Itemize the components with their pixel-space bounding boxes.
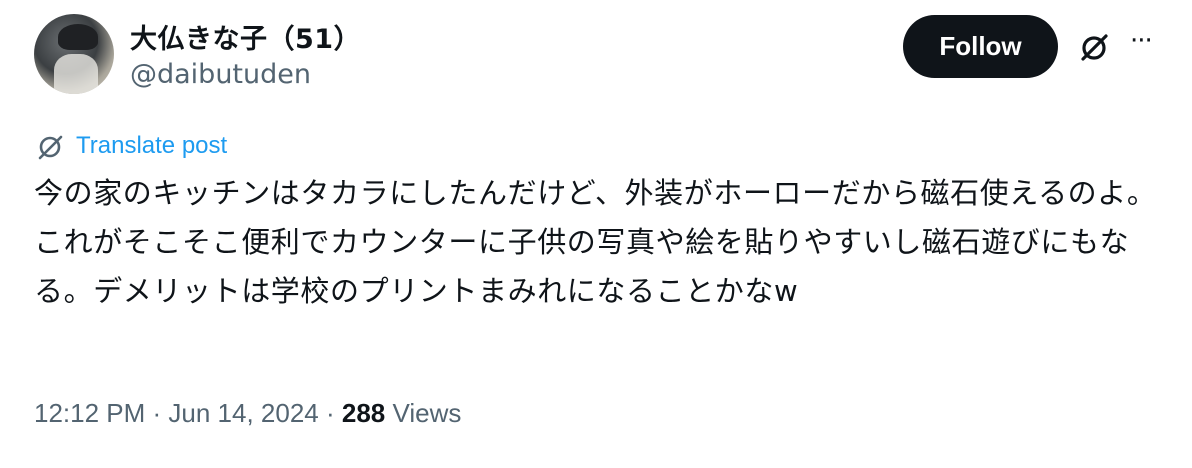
translate-post-link[interactable]: Translate post xyxy=(36,131,227,161)
globe-translate-icon xyxy=(38,135,63,160)
meta-separator: · xyxy=(145,398,169,428)
avatar-helmet xyxy=(58,24,98,50)
follow-button[interactable]: Follow xyxy=(903,15,1058,78)
tweet-text: 今の家のキッチンはタカラにしたんだけど、外装がホーローだから磁石使えるのよ。これ… xyxy=(34,176,1157,308)
author-display-name[interactable]: 大仏きな子（51） xyxy=(130,17,361,56)
grok-icon[interactable] xyxy=(1079,31,1111,63)
tweet-meta: 12:12 PM · Jun 14, 2024 · 288 Views xyxy=(34,398,461,429)
avatar[interactable] xyxy=(34,14,114,94)
tweet-time[interactable]: 12:12 PM xyxy=(34,398,145,428)
tweet-date[interactable]: Jun 14, 2024 xyxy=(168,398,318,428)
translate-label: Translate post xyxy=(76,132,228,159)
views-label: Views xyxy=(385,398,462,428)
more-icon[interactable]: ··· xyxy=(1130,26,1153,56)
author-handle[interactable]: @daibutuden xyxy=(130,59,311,90)
meta-separator: · xyxy=(318,398,342,428)
views-count[interactable]: 288 xyxy=(342,398,385,428)
